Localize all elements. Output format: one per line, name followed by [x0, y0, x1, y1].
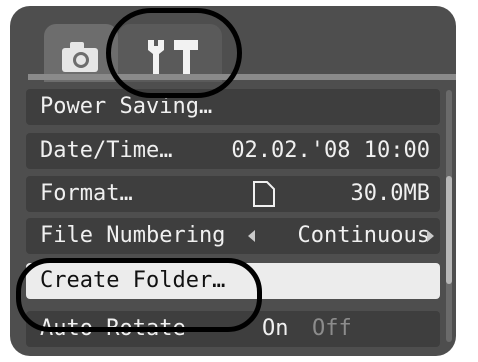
camera-menu-screen: Power Saving… Date/Time… 02.02.'08 10:00…: [10, 6, 456, 356]
auto-rotate-on-option[interactable]: On: [262, 311, 289, 347]
scrollbar-thumb[interactable]: [446, 176, 452, 284]
menu-item-label: Format…: [40, 181, 133, 206]
menu-item-label: Date/Time…: [40, 138, 173, 163]
memory-card-file-icon: [253, 181, 275, 207]
menu-item-file-numbering[interactable]: File Numbering Continuous: [26, 218, 440, 254]
format-capacity-value: 30.0MB: [350, 181, 430, 206]
date-time-value: 02.02.'08 10:00: [231, 138, 430, 163]
item-highlight-circle: [16, 258, 262, 332]
arrow-left-icon[interactable]: [248, 230, 255, 242]
auto-rotate-off-option[interactable]: Off: [312, 311, 352, 347]
menu-scrollbar[interactable]: [446, 90, 452, 342]
tab-divider-line: [28, 74, 456, 80]
file-numbering-value: Continuous: [297, 223, 430, 248]
menu-item-label: File Numbering: [40, 223, 226, 248]
menu-item-power-saving[interactable]: Power Saving…: [26, 89, 440, 125]
menu-item-format[interactable]: Format… 30.0MB: [26, 176, 440, 212]
arrow-right-icon[interactable]: [427, 230, 434, 242]
menu-item-date-time[interactable]: Date/Time… 02.02.'08 10:00: [26, 133, 440, 169]
tab-highlight-circle: [106, 8, 242, 98]
